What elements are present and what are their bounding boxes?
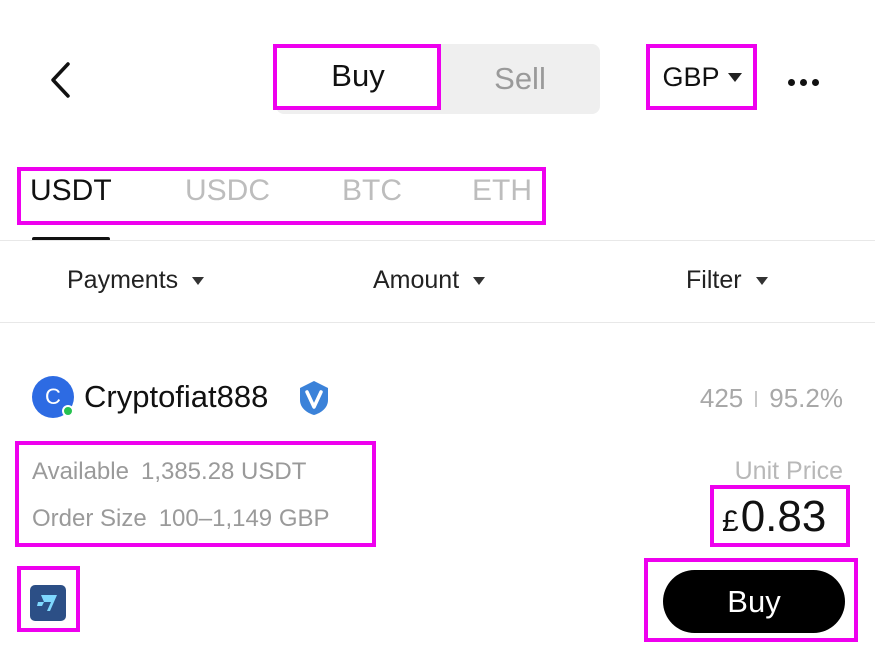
more-dot [799,78,807,86]
more-dot [811,78,819,86]
completion-rate: 95.2% [769,383,843,413]
price-value: 0.83 [740,492,827,541]
more-options-button[interactable] [782,64,824,100]
tab-buy[interactable]: Buy [276,44,440,108]
back-button[interactable] [40,56,80,104]
order-size-value: 100–1,149 GBP [158,505,330,532]
unit-price: £ 0.83 [722,492,826,542]
caret-down-icon [473,276,486,285]
more-filter[interactable]: Filter [686,266,768,295]
currency-label: GBP [662,61,720,92]
merchant-name[interactable]: Cryptofiat888 [84,379,268,415]
caret-down-icon [755,276,768,285]
currency-symbol: £ [722,505,739,538]
order-size-label: Order Size [32,505,147,532]
amount-filter-label: Amount [373,266,460,294]
more-dot [787,78,795,86]
available-value: 1,385.28 USDT [140,458,307,485]
online-status-dot [62,405,74,417]
verified-badge-icon [300,381,328,415]
orders-count: 425 [699,383,744,413]
filter-label: Filter [686,266,742,294]
caret-down-icon [192,276,205,285]
wise-flag-glyph [37,595,57,611]
buy-button[interactable]: Buy [663,570,845,633]
divider [0,240,875,241]
available-row: Available 1,385.28 USDT [32,458,306,486]
avatar-letter: C [45,384,61,409]
divider [0,322,875,323]
unit-price-label: Unit Price [734,457,843,485]
tab-sell[interactable]: Sell [440,44,600,114]
payments-filter[interactable]: Payments [67,266,205,295]
currency-dropdown[interactable]: GBP [648,46,756,108]
coin-tab-usdt[interactable]: USDT [30,174,112,208]
stats-separator [755,390,758,407]
caret-down-icon [727,72,742,82]
chevron-left-icon [51,62,70,98]
merchant-stats: 425 95.2% [700,383,843,414]
wise-icon[interactable] [30,585,66,621]
coin-tab-btc[interactable]: BTC [342,174,402,208]
order-size-row: Order Size 100–1,149 GBP [32,505,330,533]
coin-tab-usdc[interactable]: USDC [185,174,270,208]
coin-tab-eth[interactable]: ETH [472,174,532,208]
amount-filter[interactable]: Amount [373,266,486,295]
payments-filter-label: Payments [67,266,179,294]
available-label: Available [32,458,129,485]
